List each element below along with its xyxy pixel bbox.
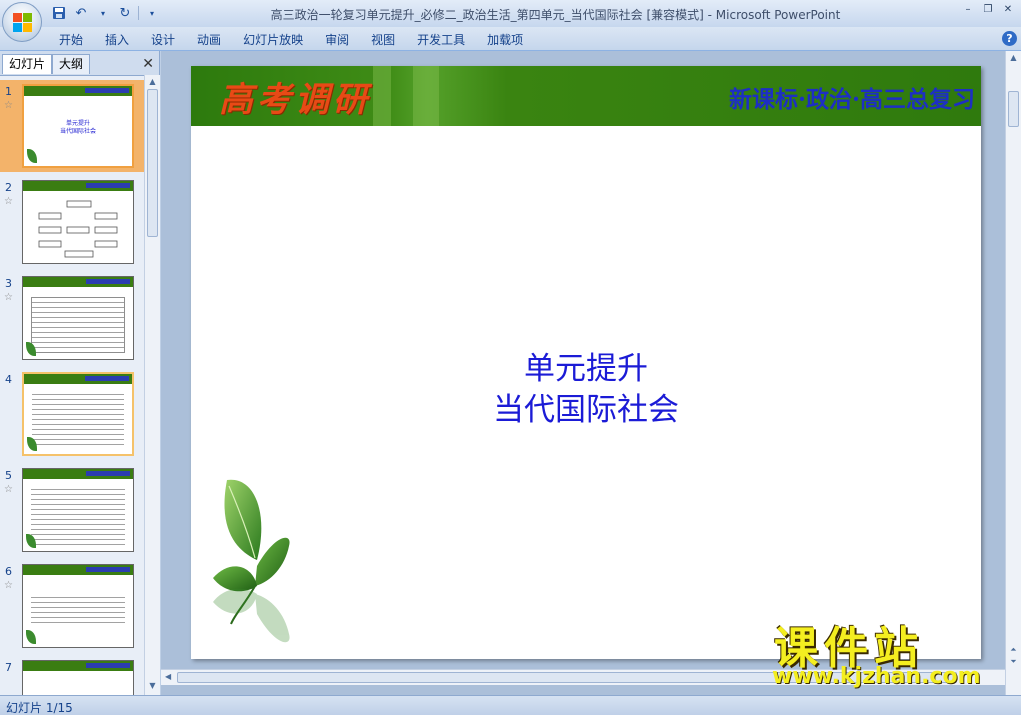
- thumbnail-image: [22, 372, 134, 456]
- scroll-up-icon[interactable]: ▲: [147, 77, 158, 88]
- slide-thumbnail-3[interactable]: 3 ☆: [0, 272, 144, 364]
- slide-thumbnail-6[interactable]: 6 ☆: [0, 560, 144, 652]
- animation-star-icon: ☆: [4, 292, 13, 303]
- slide-number: 5: [5, 469, 12, 482]
- animation-star-icon: ☆: [4, 484, 13, 495]
- animation-star-icon: ☆: [4, 100, 13, 111]
- close-pane-icon[interactable]: ✕: [142, 56, 154, 72]
- tab-slide-show[interactable]: 幻灯片放映: [232, 31, 314, 49]
- office-logo-icon: [13, 13, 32, 32]
- thumbnail-image: [22, 276, 134, 360]
- separator: [138, 6, 139, 20]
- tab-developer[interactable]: 开发工具: [406, 31, 476, 49]
- slides-pane: 幻灯片 大纲 ✕ 1 ☆ 单元提升 当代国际社会 2 ☆ 3 ☆ 4 5 ☆ 6…: [0, 51, 160, 695]
- status-bar: 幻灯片 1/15: [0, 695, 1021, 715]
- slide-thumbnail-4[interactable]: 4: [0, 368, 144, 460]
- restore-button[interactable]: ❐: [979, 2, 997, 16]
- scroll-left-icon[interactable]: ◀: [165, 672, 171, 681]
- pane-tabs: 幻灯片 大纲 ✕: [0, 54, 160, 74]
- slides-pane-scrollbar[interactable]: ▲ ▼: [144, 75, 160, 695]
- scroll-up-icon[interactable]: ▲: [1008, 53, 1019, 62]
- slide-thumbnail-list: 1 ☆ 单元提升 当代国际社会 2 ☆ 3 ☆ 4 5 ☆ 6 ☆ 7: [0, 75, 144, 695]
- thumbnail-image: [22, 564, 134, 648]
- tab-animations[interactable]: 动画: [186, 31, 232, 49]
- tab-home[interactable]: 开始: [48, 31, 94, 49]
- banner-title: 高考调研: [219, 80, 371, 120]
- leaf-decoration-icon: [213, 479, 290, 643]
- slide-thumbnail-7[interactable]: 7: [0, 656, 144, 695]
- scroll-thumb[interactable]: [147, 89, 158, 237]
- current-slide[interactable]: 高考调研 新课标·政治·高三总复习 单元提升 当代国际社会: [191, 66, 981, 659]
- banner-subtitle: 新课标·政治·高三总复习: [728, 86, 975, 113]
- office-button[interactable]: [2, 2, 42, 42]
- slide-thumbnail-1[interactable]: 1 ☆ 单元提升 当代国际社会: [0, 80, 144, 172]
- slide-number: 2: [5, 181, 12, 194]
- scroll-down-icon[interactable]: ▼: [147, 681, 158, 692]
- previous-slide-icon[interactable]: ⏶: [1008, 645, 1019, 655]
- slide-number: 4: [5, 373, 12, 386]
- thumbnail-image: [22, 660, 134, 695]
- slide-vertical-scrollbar[interactable]: ▲ ⏶ ⏷: [1005, 51, 1021, 695]
- slide-title-line-2[interactable]: 当代国际社会: [191, 384, 981, 429]
- help-icon[interactable]: ?: [1002, 31, 1017, 46]
- next-slide-icon[interactable]: ⏷: [1008, 657, 1019, 667]
- tab-design[interactable]: 设计: [140, 31, 186, 49]
- slide-thumbnail-2[interactable]: 2 ☆: [0, 176, 144, 268]
- close-button[interactable]: ✕: [999, 2, 1017, 16]
- tab-slides[interactable]: 幻灯片: [2, 54, 53, 74]
- undo-icon[interactable]: ↶: [72, 4, 90, 22]
- thumb-text-line: 单元提升: [65, 120, 90, 127]
- scroll-thumb[interactable]: [1008, 91, 1019, 127]
- tab-review[interactable]: 审阅: [314, 31, 360, 49]
- tab-view[interactable]: 视图: [360, 31, 406, 49]
- quick-access-toolbar: ↶ ▾ ↻ ▾: [50, 4, 161, 22]
- redo-icon[interactable]: ↻: [116, 4, 134, 22]
- slide-number: 3: [5, 277, 12, 290]
- thumbnail-image: 单元提升 当代国际社会: [22, 84, 134, 168]
- tab-insert[interactable]: 插入: [94, 31, 140, 49]
- slide-number: 1: [5, 85, 12, 98]
- animation-star-icon: ☆: [4, 580, 13, 591]
- minimize-button[interactable]: –: [959, 2, 977, 16]
- thumbnail-image: [22, 180, 134, 264]
- thumb-text-line: 当代国际社会: [59, 128, 96, 135]
- save-icon[interactable]: [50, 4, 68, 22]
- slide-counter: 幻灯片 1/15: [6, 701, 73, 715]
- watermark-url: www.kjzhan.com: [772, 664, 981, 689]
- slide-number: 6: [5, 565, 12, 578]
- window-title: 高三政治一轮复习单元提升_必修二_政治生活_第四单元_当代国际社会 [兼容模式]…: [270, 8, 841, 22]
- animation-star-icon: ☆: [4, 196, 13, 207]
- tab-outline[interactable]: 大纲: [52, 54, 91, 74]
- ribbon-tab-strip: 开始 插入 设计 动画 幻灯片放映 审阅 视图 开发工具 加载项 ?: [0, 27, 1021, 51]
- slide-thumbnail-5[interactable]: 5 ☆: [0, 464, 144, 556]
- tab-add-ins[interactable]: 加载项: [476, 31, 534, 49]
- watermark-logo: 课件站 www.kjzhan.com: [770, 612, 1006, 692]
- slide-header-banner: 高考调研 新课标·政治·高三总复习: [191, 66, 981, 126]
- window-controls: – ❐ ✕: [959, 2, 1017, 16]
- slide-title-line-1[interactable]: 单元提升: [191, 343, 981, 388]
- title-bar: ↶ ▾ ↻ ▾ 高三政治一轮复习单元提升_必修二_政治生活_第四单元_当代国际社…: [0, 0, 1021, 27]
- slide-editor: 高考调研 新课标·政治·高三总复习 单元提升 当代国际社会 ▲ ⏶ ⏷ ◀: [161, 51, 1021, 695]
- dropdown-icon[interactable]: ▾: [94, 4, 112, 22]
- slide-number: 7: [5, 661, 12, 674]
- thumbnail-image: [22, 468, 134, 552]
